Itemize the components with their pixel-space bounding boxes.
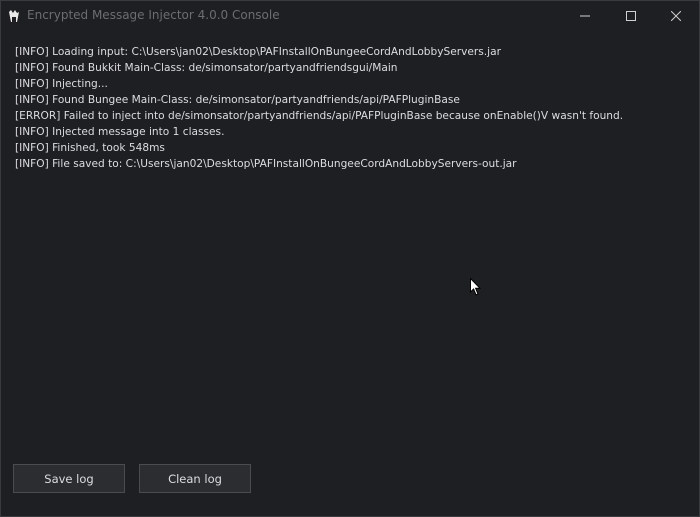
maximize-icon bbox=[626, 6, 636, 25]
console-window: Encrypted Message Injector 4.0.0 Console… bbox=[0, 0, 700, 517]
log-line: [INFO] File saved to: C:\Users\jan02\Des… bbox=[15, 158, 517, 170]
clean-log-button[interactable]: Clean log bbox=[139, 464, 251, 493]
save-log-button[interactable]: Save log bbox=[13, 464, 125, 493]
minimize-button[interactable] bbox=[562, 1, 608, 30]
log-line: [INFO] Found Bukkit Main-Class: de/simon… bbox=[15, 62, 398, 74]
app-icon bbox=[8, 8, 20, 22]
log-line: [INFO] Loading input: C:\Users\jan02\Des… bbox=[15, 46, 501, 58]
log-line-error: [ERROR] Failed to inject into de/simonsa… bbox=[15, 110, 624, 122]
log-line: [INFO] Injecting... bbox=[15, 78, 108, 90]
maximize-button[interactable] bbox=[608, 1, 654, 30]
title-bar[interactable]: Encrypted Message Injector 4.0.0 Console bbox=[1, 1, 699, 30]
log-line: [INFO] Found Bungee Main-Class: de/simon… bbox=[15, 94, 460, 106]
close-button[interactable] bbox=[653, 1, 699, 30]
log-line: [INFO] Finished, took 548ms bbox=[15, 142, 165, 154]
window-title: Encrypted Message Injector 4.0.0 Console bbox=[27, 8, 280, 22]
mouse-pointer-icon bbox=[470, 277, 482, 296]
minimize-icon bbox=[580, 6, 590, 25]
log-line: [INFO] Injected message into 1 classes. bbox=[15, 126, 225, 138]
close-icon bbox=[670, 6, 682, 25]
log-output[interactable]: [INFO] Loading input: C:\Users\jan02\Des… bbox=[15, 44, 685, 172]
